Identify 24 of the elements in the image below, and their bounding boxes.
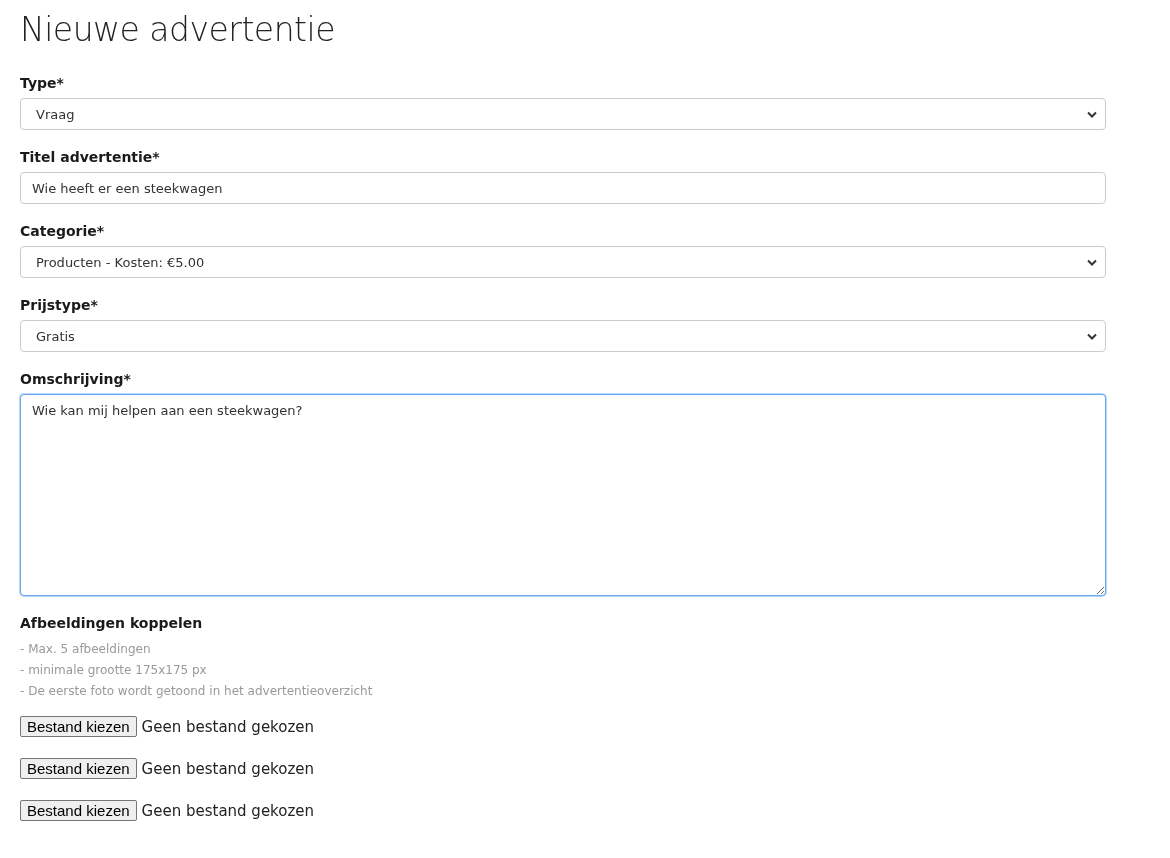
page-title: Nieuwe advertentie <box>20 10 336 49</box>
hint-text: - minimale grootte 175x175 px <box>20 662 207 679</box>
hint-text: - Max. 5 afbeeldingen <box>20 641 151 658</box>
chevron-down-icon <box>1087 332 1097 340</box>
file-status: Geen bestand gekozen <box>141 801 315 820</box>
select-field[interactable]: Producten - Kosten: €5.00 <box>20 246 1106 278</box>
select-field[interactable]: Gratis <box>20 320 1106 352</box>
section-label: Afbeeldingen koppelen <box>20 615 203 631</box>
textarea-field[interactable]: Wie kan mij helpen aan een steekwagen? <box>20 394 1106 596</box>
field-label: Prijstype* <box>20 297 98 313</box>
field-label: Categorie* <box>20 223 105 239</box>
chevron-down-icon <box>1087 258 1097 266</box>
choose-file-button[interactable]: Bestand kiezen <box>20 800 137 821</box>
file-status: Geen bestand gekozen <box>141 717 315 736</box>
select-field[interactable]: Vraag <box>20 98 1106 130</box>
field-label: Omschrijving* <box>20 371 131 387</box>
file-status: Geen bestand gekozen <box>141 759 315 778</box>
choose-file-button[interactable]: Bestand kiezen <box>20 716 137 737</box>
hint-text: - De eerste foto wordt getoond in het advertentieoverzicht <box>20 683 373 700</box>
input-field[interactable]: Wie heeft er een steekwagen <box>20 172 1106 204</box>
choose-file-button[interactable]: Bestand kiezen <box>20 758 137 779</box>
field-label: Titel advertentie* <box>20 149 160 165</box>
field-label: Type* <box>20 75 64 91</box>
chevron-down-icon <box>1087 110 1097 118</box>
